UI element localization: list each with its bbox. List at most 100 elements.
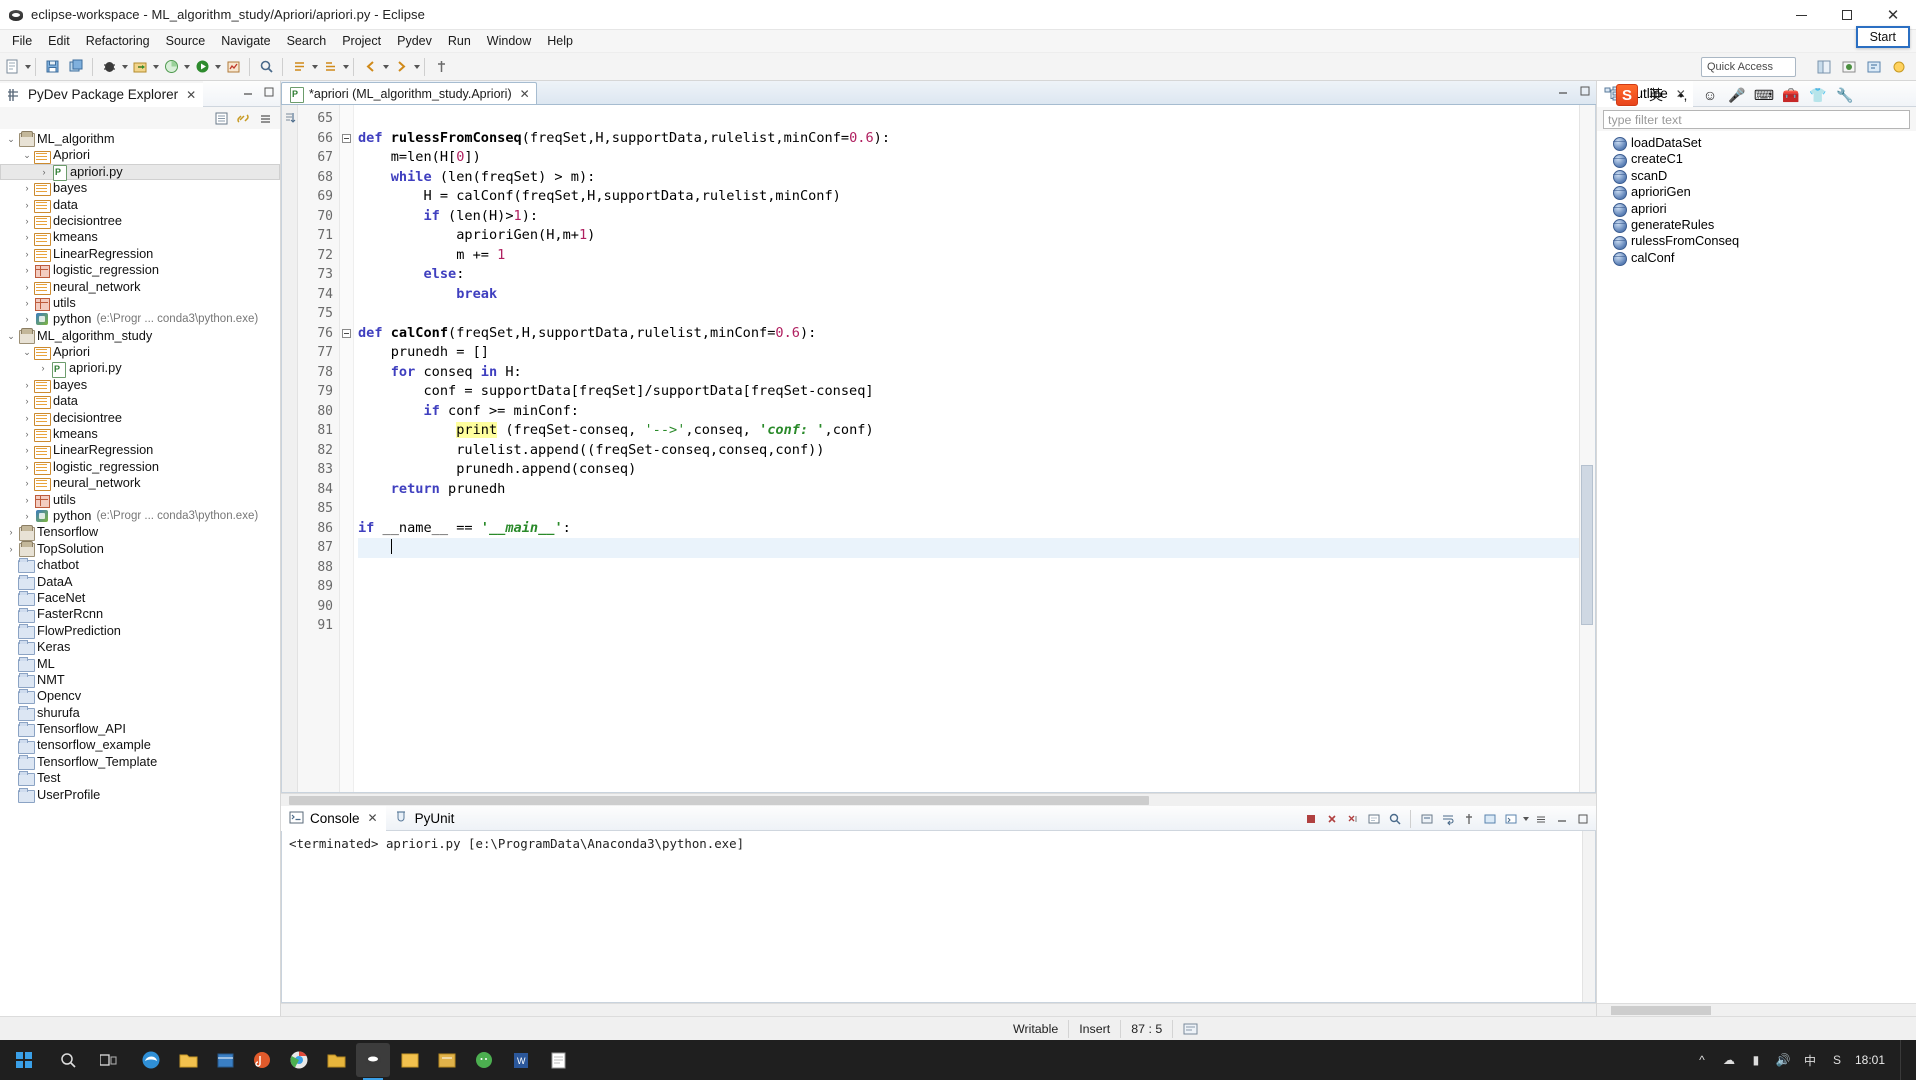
menu-refactoring[interactable]: Refactoring bbox=[78, 32, 158, 50]
tray-expand-icon[interactable]: ^ bbox=[1693, 1051, 1711, 1069]
close-icon[interactable]: ✕ bbox=[186, 88, 196, 102]
code-line[interactable] bbox=[358, 616, 1595, 636]
open-perspective-button[interactable] bbox=[1813, 56, 1835, 78]
tree-item-data[interactable]: › data bbox=[0, 197, 280, 213]
code-line[interactable] bbox=[358, 558, 1595, 578]
tray-sogou-icon[interactable]: S bbox=[1828, 1051, 1846, 1069]
code-line[interactable] bbox=[358, 577, 1595, 597]
word-wrap-icon[interactable] bbox=[1438, 809, 1457, 828]
prev-annotation-caret[interactable] bbox=[343, 64, 349, 69]
back-caret[interactable] bbox=[383, 64, 389, 69]
code-line[interactable]: def calConf(freqSet,H,supportData,ruleli… bbox=[358, 324, 1595, 344]
outline-item-scand[interactable]: scanD bbox=[1597, 168, 1916, 184]
run-caret[interactable] bbox=[215, 64, 221, 69]
tree-item-opencv[interactable]: Opencv bbox=[0, 688, 280, 705]
tree-item-tensorflow-example[interactable]: tensorflow_example bbox=[0, 737, 280, 754]
menu-navigate[interactable]: Navigate bbox=[213, 32, 278, 50]
tree-item-neural-network[interactable]: › neural_network bbox=[0, 475, 280, 492]
prev-annotation-button[interactable] bbox=[319, 56, 341, 78]
taskbar-music-icon[interactable] bbox=[245, 1043, 279, 1077]
chevron-right-icon[interactable]: › bbox=[20, 492, 34, 508]
ime-skin-icon[interactable]: 👕 bbox=[1809, 86, 1827, 104]
tree-item-test[interactable]: Test bbox=[0, 770, 280, 787]
tray-ime-cn-icon[interactable]: 中 bbox=[1801, 1051, 1819, 1069]
fold-toggle-icon[interactable] bbox=[340, 129, 353, 149]
taskbar-terminal-icon[interactable] bbox=[393, 1043, 427, 1077]
menu-window[interactable]: Window bbox=[479, 32, 539, 50]
tree-item-linearregression[interactable]: › LinearRegression bbox=[0, 442, 280, 459]
maximize-icon[interactable] bbox=[262, 85, 276, 99]
taskbar-qq-icon[interactable] bbox=[430, 1043, 464, 1077]
taskbar-store-icon[interactable] bbox=[208, 1043, 242, 1077]
tree-item-linearregression[interactable]: › LinearRegression bbox=[0, 246, 280, 262]
code-line[interactable] bbox=[358, 538, 1595, 558]
close-icon[interactable]: ✕ bbox=[520, 87, 530, 101]
scroll-lock-icon[interactable] bbox=[1417, 809, 1436, 828]
taskbar-eclipse-icon[interactable] bbox=[356, 1043, 390, 1080]
code-line[interactable]: if (len(H)>1): bbox=[358, 207, 1595, 227]
outline-horizontal-scrollbar[interactable] bbox=[1597, 1003, 1916, 1016]
tree-item-utils[interactable]: › utils bbox=[0, 295, 280, 312]
quick-access-input[interactable]: Quick Access bbox=[1701, 57, 1796, 77]
tree-item-fasterrcnn[interactable]: FasterRcnn bbox=[0, 606, 280, 623]
perspective-other-button[interactable] bbox=[1888, 56, 1910, 78]
tree-item-logistic-regression[interactable]: › logistic_regression bbox=[0, 459, 280, 475]
taskbar-search-button[interactable] bbox=[48, 1040, 88, 1080]
task-view-button[interactable] bbox=[88, 1040, 128, 1080]
chevron-right-icon[interactable]: › bbox=[4, 541, 18, 557]
tree-item-apriori[interactable]: ⌄ Apriori bbox=[0, 344, 280, 361]
tree-item-utils[interactable]: › utils bbox=[0, 492, 280, 508]
profile-button[interactable] bbox=[222, 56, 244, 78]
tree-item-decisiontree[interactable]: › decisiontree bbox=[0, 213, 280, 230]
tree-item-decisiontree[interactable]: › decisiontree bbox=[0, 410, 280, 426]
menu-pydev[interactable]: Pydev bbox=[389, 32, 440, 50]
chevron-right-icon[interactable]: › bbox=[20, 377, 34, 393]
tree-item-dataa[interactable]: DataA bbox=[0, 574, 280, 590]
outline-item-createc1[interactable]: createC1 bbox=[1597, 151, 1916, 168]
view-menu-icon[interactable] bbox=[256, 109, 274, 127]
forward-button[interactable] bbox=[390, 56, 412, 78]
tree-item-shurufa[interactable]: shurufa bbox=[0, 705, 280, 721]
tree-item-apriori-py[interactable]: › apriori.py bbox=[0, 360, 280, 378]
code-line[interactable]: aprioriGen(H,m+1) bbox=[358, 226, 1595, 246]
menu-project[interactable]: Project bbox=[334, 32, 389, 50]
taskbar-word-icon[interactable]: W bbox=[504, 1043, 538, 1077]
ime-settings-icon[interactable]: 🔧 bbox=[1836, 86, 1854, 104]
chevron-right-icon[interactable]: › bbox=[37, 164, 51, 180]
chevron-right-icon[interactable]: › bbox=[4, 524, 18, 540]
outline-hscroll-thumb[interactable] bbox=[1611, 1006, 1711, 1015]
console-output[interactable]: <terminated> apriori.py [e:\ProgramData\… bbox=[281, 831, 1596, 1003]
tree-item-neural-network[interactable]: › neural_network bbox=[0, 279, 280, 295]
code-line[interactable]: if conf >= minConf: bbox=[358, 402, 1595, 422]
minimize-icon[interactable] bbox=[241, 85, 255, 99]
code-line[interactable]: else: bbox=[358, 265, 1595, 285]
run-external-button[interactable] bbox=[129, 56, 151, 78]
code-editor[interactable]: 65 66 67 68 69 70 71 72 73 74 75 76 77 78 79 80 81 82 83 84… bbox=[281, 105, 1596, 793]
code-line[interactable]: prunedh = [] bbox=[358, 343, 1595, 363]
tree-item-bayes[interactable]: › bayes bbox=[0, 180, 280, 197]
menu-search[interactable]: Search bbox=[279, 32, 335, 50]
source-code[interactable]: def rulessFromConseq(freqSet,H,supportDa… bbox=[354, 105, 1595, 792]
pin-console-icon[interactable] bbox=[1459, 809, 1478, 828]
tree-item-python[interactable]: › python (e:\Progr ... conda3\python.exe) bbox=[0, 508, 280, 524]
run-button[interactable] bbox=[191, 56, 213, 78]
taskbar-edge-icon[interactable] bbox=[134, 1043, 168, 1077]
console-view-menu-icon[interactable] bbox=[1531, 809, 1550, 828]
back-button[interactable] bbox=[359, 56, 381, 78]
perspective-pydev-button[interactable] bbox=[1838, 56, 1860, 78]
taskbar-wechat-icon[interactable] bbox=[467, 1043, 501, 1077]
code-line[interactable]: H = calConf(freqSet,H,supportData,ruleli… bbox=[358, 187, 1595, 207]
code-line[interactable]: m=len(H[0]) bbox=[358, 148, 1595, 168]
menu-file[interactable]: File bbox=[4, 32, 40, 50]
code-line[interactable]: conf = supportData[freqSet]/supportData[… bbox=[358, 382, 1595, 402]
remove-launch-icon[interactable] bbox=[1322, 809, 1341, 828]
pin-editor-button[interactable] bbox=[430, 56, 452, 78]
outline-item-apriori[interactable]: apriori bbox=[1597, 201, 1916, 217]
tree-item-apriori-py[interactable]: › apriori.py bbox=[0, 163, 280, 181]
chevron-right-icon[interactable]: › bbox=[20, 426, 34, 442]
tab-console[interactable]: Console ✕ bbox=[281, 805, 386, 831]
perspective-debug-button[interactable] bbox=[1863, 56, 1885, 78]
chevron-right-icon[interactable]: › bbox=[20, 279, 34, 295]
coverage-caret[interactable] bbox=[184, 64, 190, 69]
close-icon[interactable]: ✕ bbox=[368, 811, 378, 825]
